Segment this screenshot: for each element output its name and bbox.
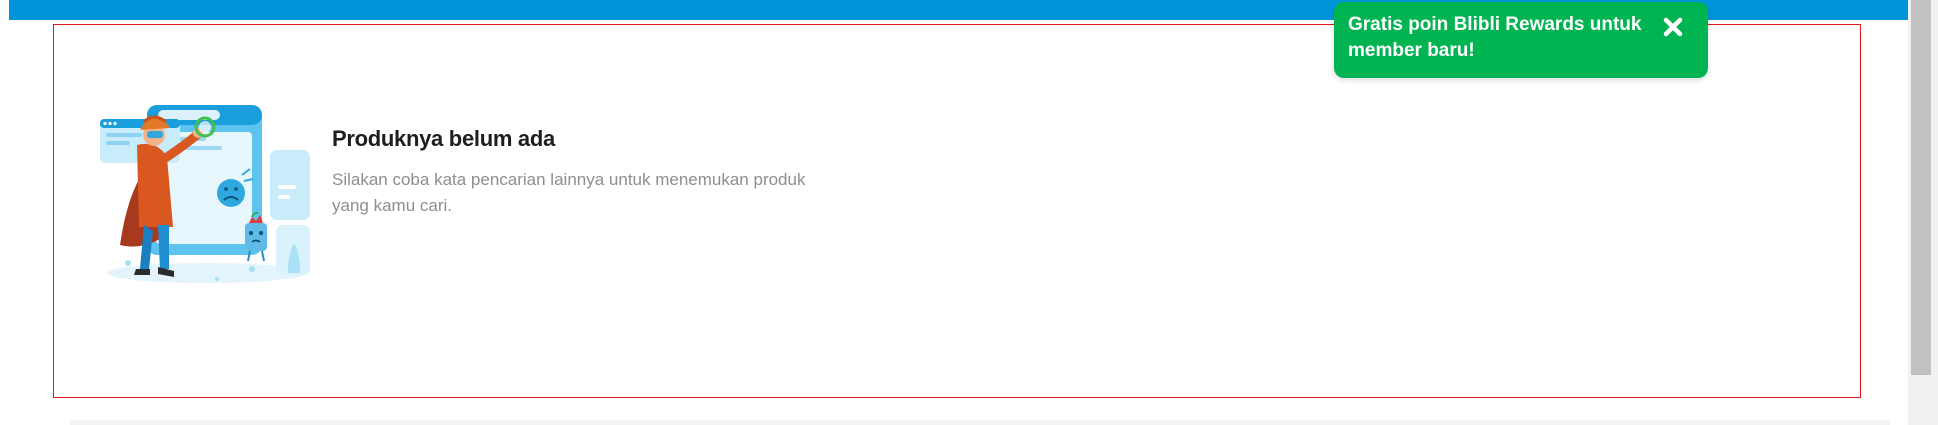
product-not-found-illustration xyxy=(92,75,322,305)
section-divider xyxy=(70,420,1890,425)
empty-search-result-panel xyxy=(53,24,1861,398)
page-scrollbar[interactable] xyxy=(1908,0,1938,425)
scrollbar-thumb[interactable] xyxy=(1911,0,1931,375)
toast-message[interactable]: Gratis poin Blibli Rewards untuk member … xyxy=(1348,12,1648,64)
empty-state-description: Silakan coba kata pencarian lainnya untu… xyxy=(332,170,806,215)
close-icon[interactable] xyxy=(1660,14,1686,40)
rewards-toast[interactable]: Gratis poin Blibli Rewards untuk member … xyxy=(1334,2,1708,78)
empty-state-title: Produknya belum ada xyxy=(332,126,555,151)
